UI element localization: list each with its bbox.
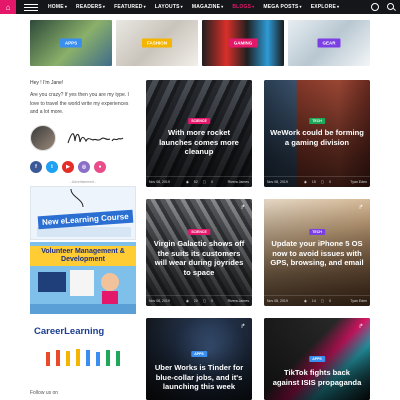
instagram-icon[interactable]: ◎ xyxy=(78,160,90,173)
view-count: 15 xyxy=(311,180,316,184)
sidebar-bio: Are you crazy? If yes then you are my ty… xyxy=(30,92,129,115)
article-meta: Nov 08, 2019 ◉ 15 ▢ 0 Tyan Eden xyxy=(264,176,370,187)
article-card[interactable]: TECH WeWork could be forming a gaming di… xyxy=(264,80,370,187)
facebook-icon[interactable]: f xyxy=(30,160,42,173)
category-label: GAMING xyxy=(228,38,258,48)
article-date: Nov 08, 2019 xyxy=(149,299,170,303)
category-badge[interactable]: SCIENCE xyxy=(188,118,210,124)
article-title[interactable]: With more rocket launches comes more cle… xyxy=(152,128,246,157)
article-meta: Nov 08, 2019 ◉ 14 ▢ 0 Tyan Eden xyxy=(264,295,370,306)
comment-icon: ▢ xyxy=(320,180,325,184)
article-meta: Nov 08, 2019 ◉ 20 ▢ 0 Rivera James xyxy=(146,295,252,306)
nav-item-mega-posts[interactable]: MEGA POSTS▾ xyxy=(263,4,301,10)
share-icon[interactable]: ↱ xyxy=(357,204,365,212)
article-title[interactable]: Update your iPhone 5 OS now to avoid iss… xyxy=(270,239,364,268)
article-card[interactable]: ↱ TECH Update your iPhone 5 OS now to av… xyxy=(264,199,370,306)
sidebar: Hey ! I'm Jane! Are you crazy? If yes th… xyxy=(30,80,136,372)
article-card[interactable]: ↱ APPS Uber Works is Tinder for blue-col… xyxy=(146,318,252,400)
ad-careerlearning-banner[interactable]: CareerLearning xyxy=(30,320,136,372)
youtube-icon[interactable]: ▶ xyxy=(62,160,74,173)
signature-image xyxy=(67,132,124,143)
views-icon: ◉ xyxy=(185,180,189,184)
article-card[interactable]: ↱ APPS TikTok fights back against ISIS p… xyxy=(264,318,370,400)
view-count: 14 xyxy=(311,299,316,303)
nav-item-layouts[interactable]: LAYOUTS▾ xyxy=(155,4,183,10)
ad-elearning-banner[interactable]: New eLearning Course xyxy=(30,185,136,240)
article-title[interactable]: Uber Works is Tinder for blue-collar job… xyxy=(152,363,246,392)
view-count: 20 xyxy=(193,299,198,303)
author-block xyxy=(30,123,136,153)
article-author[interactable]: Rivera James xyxy=(228,299,249,303)
nav-item-blogs[interactable]: BLOGS▾ xyxy=(232,4,254,10)
menu-icon[interactable] xyxy=(24,3,38,11)
share-icon[interactable]: ↱ xyxy=(239,204,247,212)
top-navigation-bar: ⌂ HOME▾ READERS▾ FEATURED▾ LAYOUTS▾ MAGA… xyxy=(0,0,400,14)
sidebar-greeting: Hey ! I'm Jane! xyxy=(30,80,64,86)
article-date: Nov 08, 2019 xyxy=(149,180,170,184)
comment-icon: ▢ xyxy=(320,299,325,303)
article-author[interactable]: Rivera James xyxy=(228,180,249,184)
article-title[interactable]: Virgin Galactic shows off the suits its … xyxy=(152,239,246,277)
article-card[interactable]: SCIENCE With more rocket launches comes … xyxy=(146,80,252,187)
comment-icon: ▢ xyxy=(202,180,207,184)
nav-item-magazine[interactable]: MAGAZINE▾ xyxy=(192,4,223,10)
ad-volunteer-banner[interactable]: Volunteer Management & Development xyxy=(30,241,136,314)
search-icon[interactable] xyxy=(387,3,394,10)
social-icons: f t ▶ ◎ ● xyxy=(30,160,136,173)
category-tile-apps[interactable]: APPS xyxy=(30,20,112,66)
article-title[interactable]: WeWork could be forming a gaming divisio… xyxy=(270,128,364,147)
category-tile-gear[interactable]: GEAR xyxy=(288,20,370,66)
avatar[interactable] xyxy=(30,124,56,151)
nav-item-explore[interactable]: EXPLORE▾ xyxy=(311,4,340,10)
article-title[interactable]: TikTok fights back against ISIS propagan… xyxy=(270,368,364,387)
user-icon[interactable] xyxy=(371,3,379,11)
article-date: Nov 08, 2019 xyxy=(267,299,288,303)
category-label: FASHION xyxy=(141,38,173,48)
views-icon: ◉ xyxy=(185,299,189,303)
share-icon[interactable]: ↱ xyxy=(357,323,365,331)
category-row: APPS FASHION GAMING GEAR xyxy=(30,20,370,66)
twitter-icon[interactable]: t xyxy=(46,160,58,173)
article-author[interactable]: Tyan Eden xyxy=(350,299,367,303)
nav-item-readers[interactable]: READERS▾ xyxy=(76,4,105,10)
article-meta: Nov 08, 2019 ◉ 52 ▢ 0 Rivera James xyxy=(146,176,252,187)
article-date: Nov 08, 2019 xyxy=(267,180,288,184)
comment-count: 0 xyxy=(329,299,332,303)
main-nav: HOME▾ READERS▾ FEATURED▾ LAYOUTS▾ MAGAZI… xyxy=(48,4,339,10)
category-tile-gaming[interactable]: GAMING xyxy=(202,20,284,66)
category-badge[interactable]: SCIENCE xyxy=(188,229,210,235)
nav-item-home[interactable]: HOME▾ xyxy=(48,4,67,10)
advertisement-label: - Advertisement - xyxy=(69,179,97,184)
comment-icon: ▢ xyxy=(202,299,207,303)
follow-us-label: Follow us on xyxy=(30,390,59,396)
views-icon: ◉ xyxy=(303,299,307,303)
category-badge[interactable]: APPS xyxy=(309,356,325,362)
category-tile-fashion[interactable]: FASHION xyxy=(116,20,198,66)
ad-illustration xyxy=(30,269,136,314)
comment-count: 0 xyxy=(329,180,332,184)
category-badge[interactable]: TECH xyxy=(309,229,325,235)
article-card[interactable]: ↱ SCIENCE Virgin Galactic shows off the … xyxy=(146,199,252,306)
category-badge[interactable]: APPS xyxy=(191,351,207,357)
category-label: GEAR xyxy=(317,38,341,48)
share-icon[interactable]: ↱ xyxy=(239,323,247,331)
category-badge[interactable]: TECH xyxy=(309,118,325,124)
view-count: 52 xyxy=(193,180,198,184)
comment-count: 0 xyxy=(211,299,214,303)
ad-illustration xyxy=(46,348,120,366)
comment-count: 0 xyxy=(211,180,214,184)
nav-item-featured[interactable]: FEATURED▾ xyxy=(114,4,146,10)
dribbble-icon[interactable]: ● xyxy=(94,160,106,173)
article-author[interactable]: Tyan Eden xyxy=(350,180,367,184)
views-icon: ◉ xyxy=(303,180,307,184)
category-label: APPS xyxy=(59,38,83,48)
home-icon[interactable]: ⌂ xyxy=(0,0,16,14)
